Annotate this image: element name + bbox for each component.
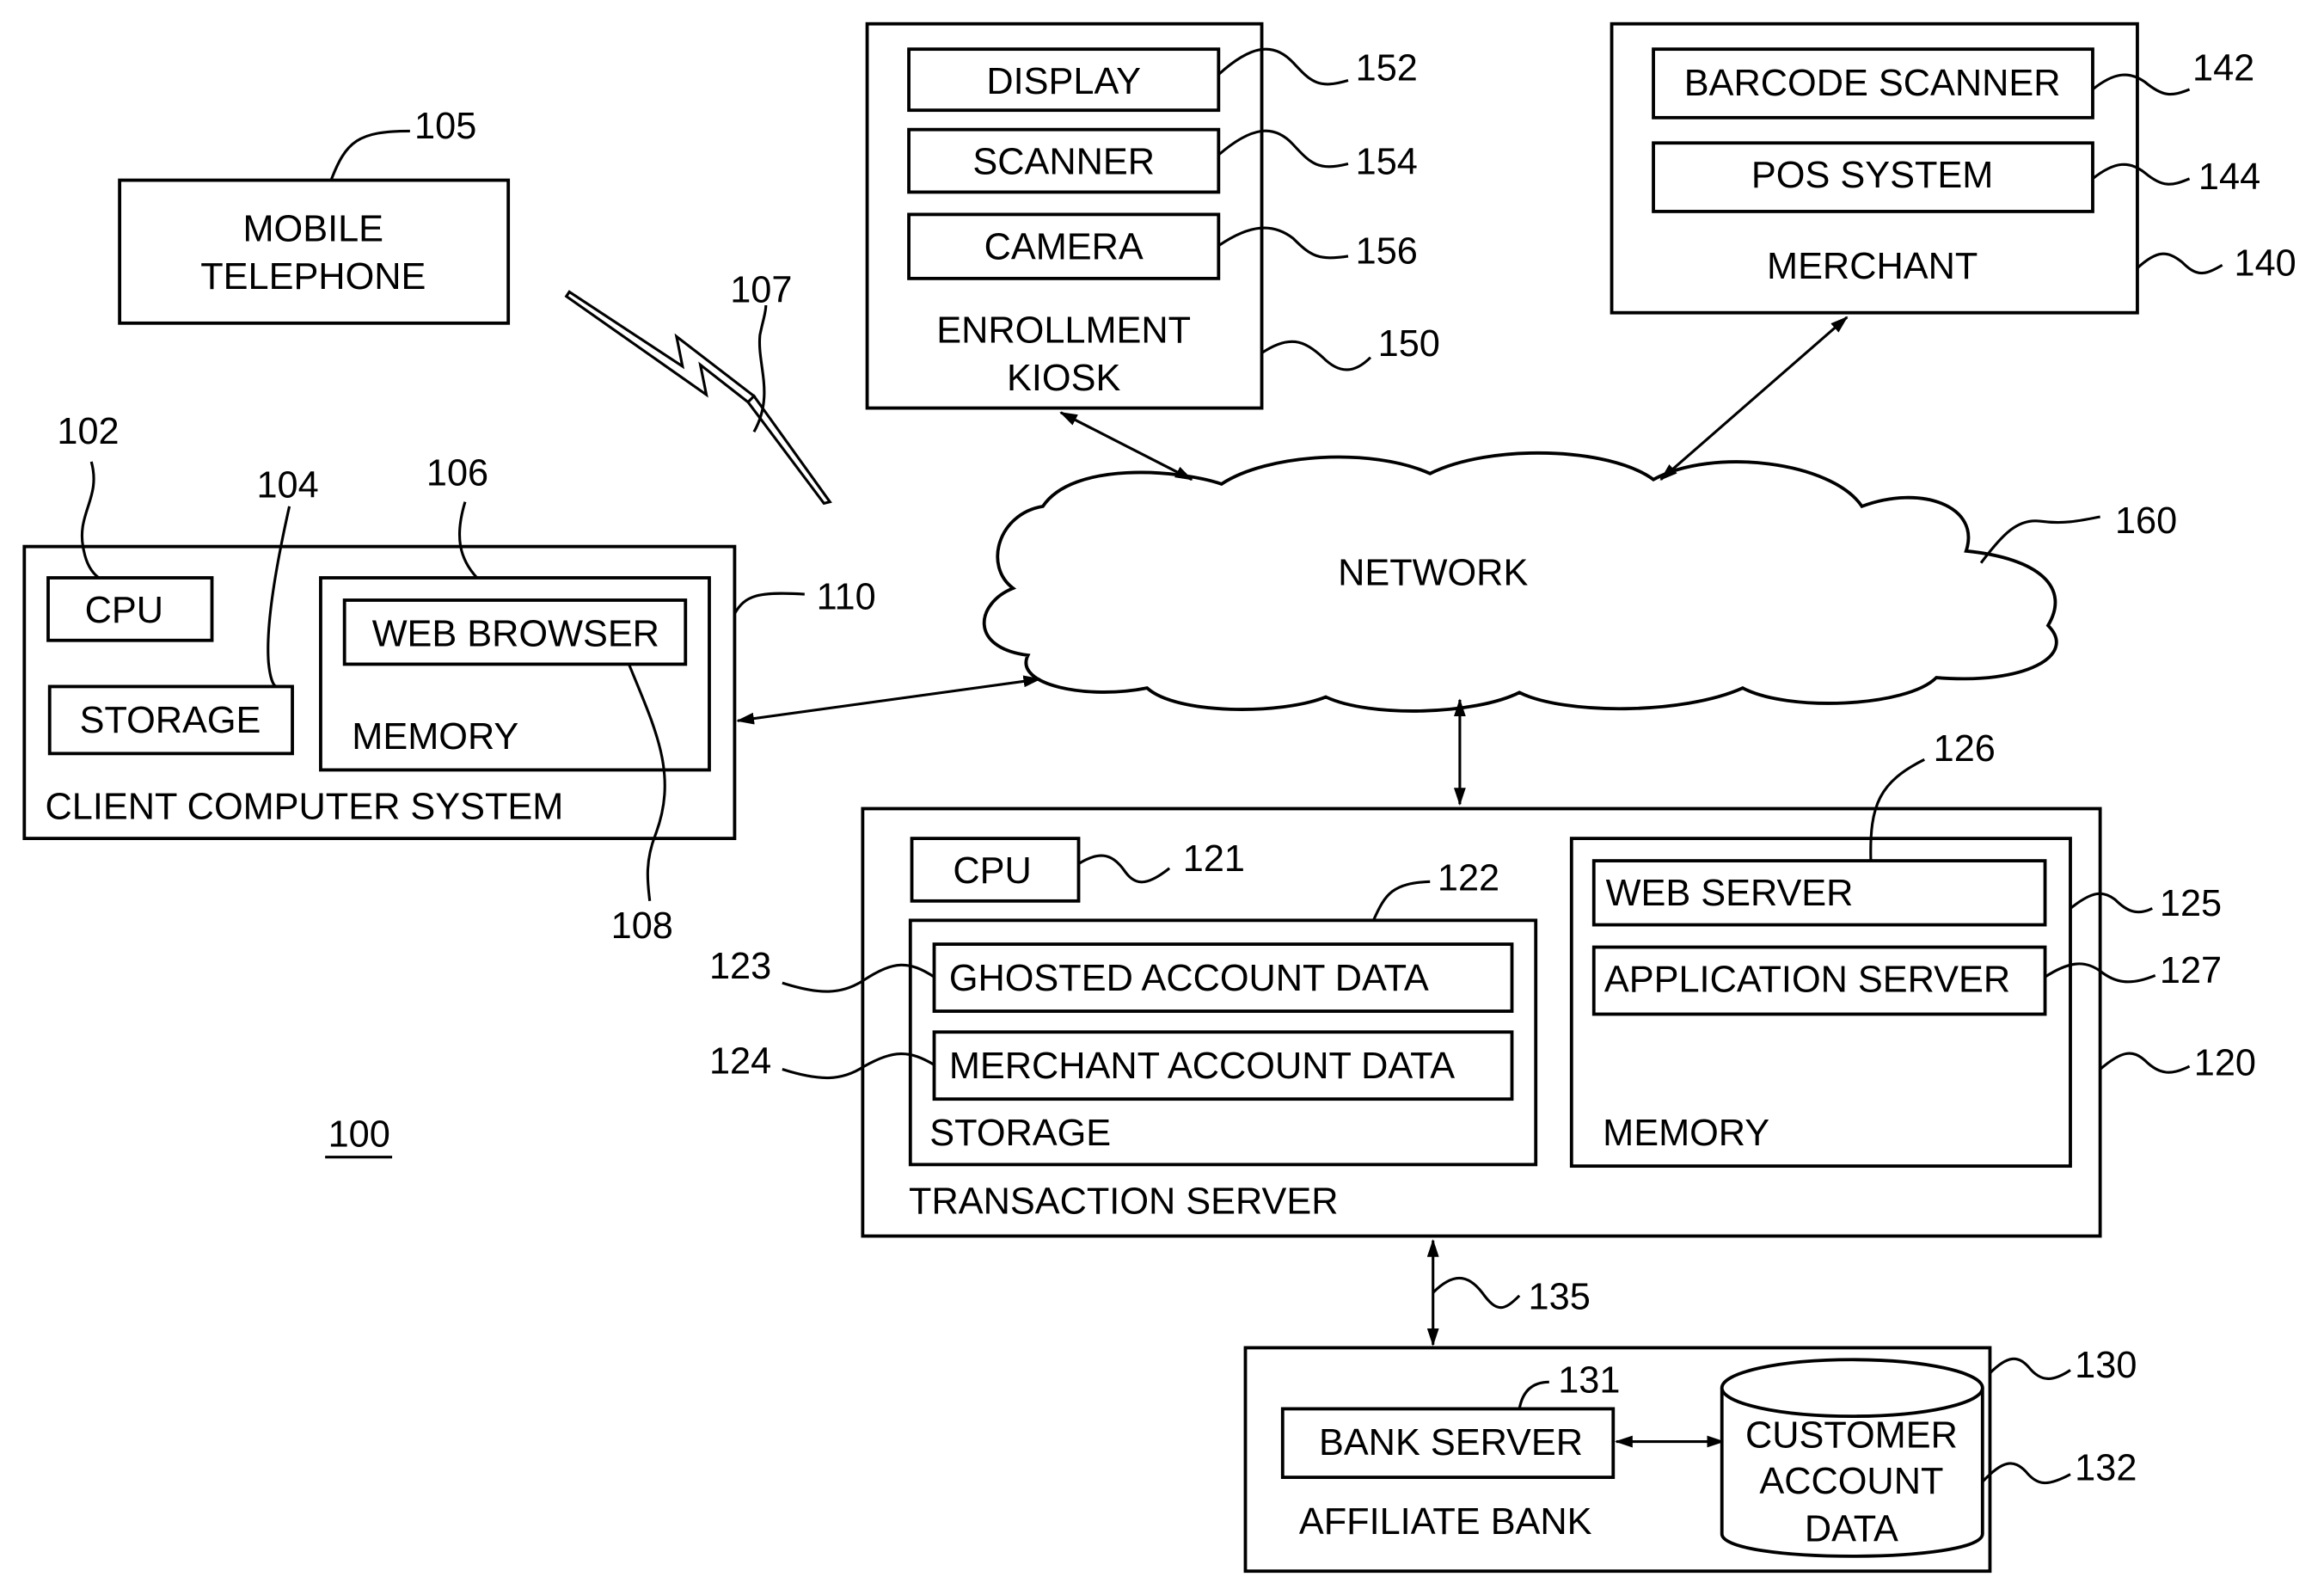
- mobile-label-2: TELEPHONE: [200, 256, 426, 298]
- client-network-link: [736, 675, 1042, 725]
- ref-126: 126: [1934, 728, 1996, 770]
- wireless-link: 107: [564, 270, 832, 506]
- client-system-label: CLIENT COMPUTER SYSTEM: [46, 787, 564, 828]
- merchant-label: MERCHANT: [1767, 246, 1978, 287]
- ref-130: 130: [2075, 1345, 2137, 1386]
- figure-number: 100: [325, 1114, 393, 1159]
- system-diagram: MOBILE TELEPHONE 105 107 CPU STORAGE WEB…: [22, 21, 2296, 1574]
- ref-122: 122: [1438, 858, 1499, 899]
- ref-105: 105: [414, 106, 476, 147]
- affiliate-bank: BANK SERVER 131 AFFILIATE BANK CUSTOMER …: [1243, 1345, 2137, 1574]
- ref-104: 104: [256, 464, 318, 506]
- web-browser-label: WEB BROWSER: [372, 614, 659, 655]
- web-server-label: WEB SERVER: [1606, 873, 1854, 914]
- server-memory-label: MEMORY: [1603, 1113, 1769, 1154]
- figure-number-label: 100: [328, 1114, 390, 1156]
- db-label-1: CUSTOMER: [1745, 1414, 1958, 1456]
- ref-123: 123: [709, 946, 771, 987]
- ref-110: 110: [817, 576, 876, 617]
- server-storage-label: STORAGE: [929, 1113, 1111, 1154]
- kiosk-scanner-label: SCANNER: [972, 142, 1155, 183]
- ref-121: 121: [1183, 838, 1245, 880]
- application-server-label: APPLICATION SERVER: [1604, 959, 2010, 1000]
- pos-system-label: POS SYSTEM: [1751, 155, 1993, 196]
- barcode-scanner-label: BARCODE SCANNER: [1684, 63, 2061, 104]
- network-label: NETWORK: [1338, 553, 1528, 594]
- ref-135: 135: [1529, 1276, 1591, 1317]
- network-cloud: NETWORK 160: [982, 451, 2177, 713]
- merchant-network-link: [1659, 316, 1849, 481]
- affiliate-bank-label: AFFILIATE BANK: [1299, 1501, 1592, 1543]
- ref-107: 107: [730, 270, 792, 311]
- ref-102: 102: [57, 411, 119, 452]
- ref-150: 150: [1378, 323, 1440, 365]
- mobile-label-1: MOBILE: [243, 209, 384, 250]
- ref-120: 120: [2194, 1042, 2256, 1083]
- client-computer-system: CPU STORAGE WEB BROWSER MEMORY CLIENT CO…: [22, 411, 876, 947]
- ref-125: 125: [2160, 883, 2222, 924]
- mobile-telephone: MOBILE TELEPHONE 105: [118, 106, 511, 325]
- client-memory-label: MEMORY: [352, 716, 518, 758]
- ref-127: 127: [2160, 950, 2222, 991]
- kiosk-display-label: DISPLAY: [986, 61, 1141, 102]
- transaction-server: CPU 121 122 GHOSTED ACCOUNT DATA MERCHAN…: [709, 728, 2256, 1238]
- kiosk-label-2: KIOSK: [1007, 358, 1120, 399]
- kiosk-camera-label: CAMERA: [984, 226, 1144, 267]
- transaction-server-label: TRANSACTION SERVER: [909, 1181, 1338, 1223]
- kiosk-label-1: ENROLLMENT: [936, 310, 1191, 351]
- client-storage-label: STORAGE: [80, 700, 261, 741]
- ref-144: 144: [2198, 156, 2260, 198]
- merchant: BARCODE SCANNER POS SYSTEM MERCHANT 142 …: [1610, 21, 2296, 315]
- bank-server-label: BANK SERVER: [1319, 1422, 1583, 1463]
- ref-160: 160: [2115, 500, 2177, 542]
- ref-154: 154: [1356, 142, 1418, 183]
- ref-106: 106: [426, 453, 488, 494]
- customer-account-database: CUSTOMER ACCOUNT DATA: [1720, 1358, 1984, 1558]
- db-label-3: DATA: [1805, 1509, 1898, 1550]
- ref-140: 140: [2235, 242, 2296, 284]
- ref-132: 132: [2075, 1448, 2137, 1489]
- ref-156: 156: [1356, 231, 1418, 273]
- client-cpu-label: CPU: [85, 590, 163, 631]
- ref-131: 131: [1558, 1359, 1620, 1401]
- enrollment-kiosk: DISPLAY SCANNER CAMERA ENROLLMENT KIOSK …: [865, 21, 1440, 410]
- merchant-account-data-label: MERCHANT ACCOUNT DATA: [949, 1046, 1455, 1087]
- ref-152: 152: [1356, 48, 1418, 89]
- ref-124: 124: [709, 1041, 771, 1083]
- ref-108: 108: [611, 905, 673, 947]
- kiosk-network-link: [1059, 411, 1193, 482]
- ghosted-account-data-label: GHOSTED ACCOUNT DATA: [949, 958, 1429, 999]
- ref-142: 142: [2192, 48, 2254, 89]
- db-label-2: ACCOUNT: [1759, 1461, 1943, 1502]
- server-cpu-label: CPU: [953, 850, 1031, 892]
